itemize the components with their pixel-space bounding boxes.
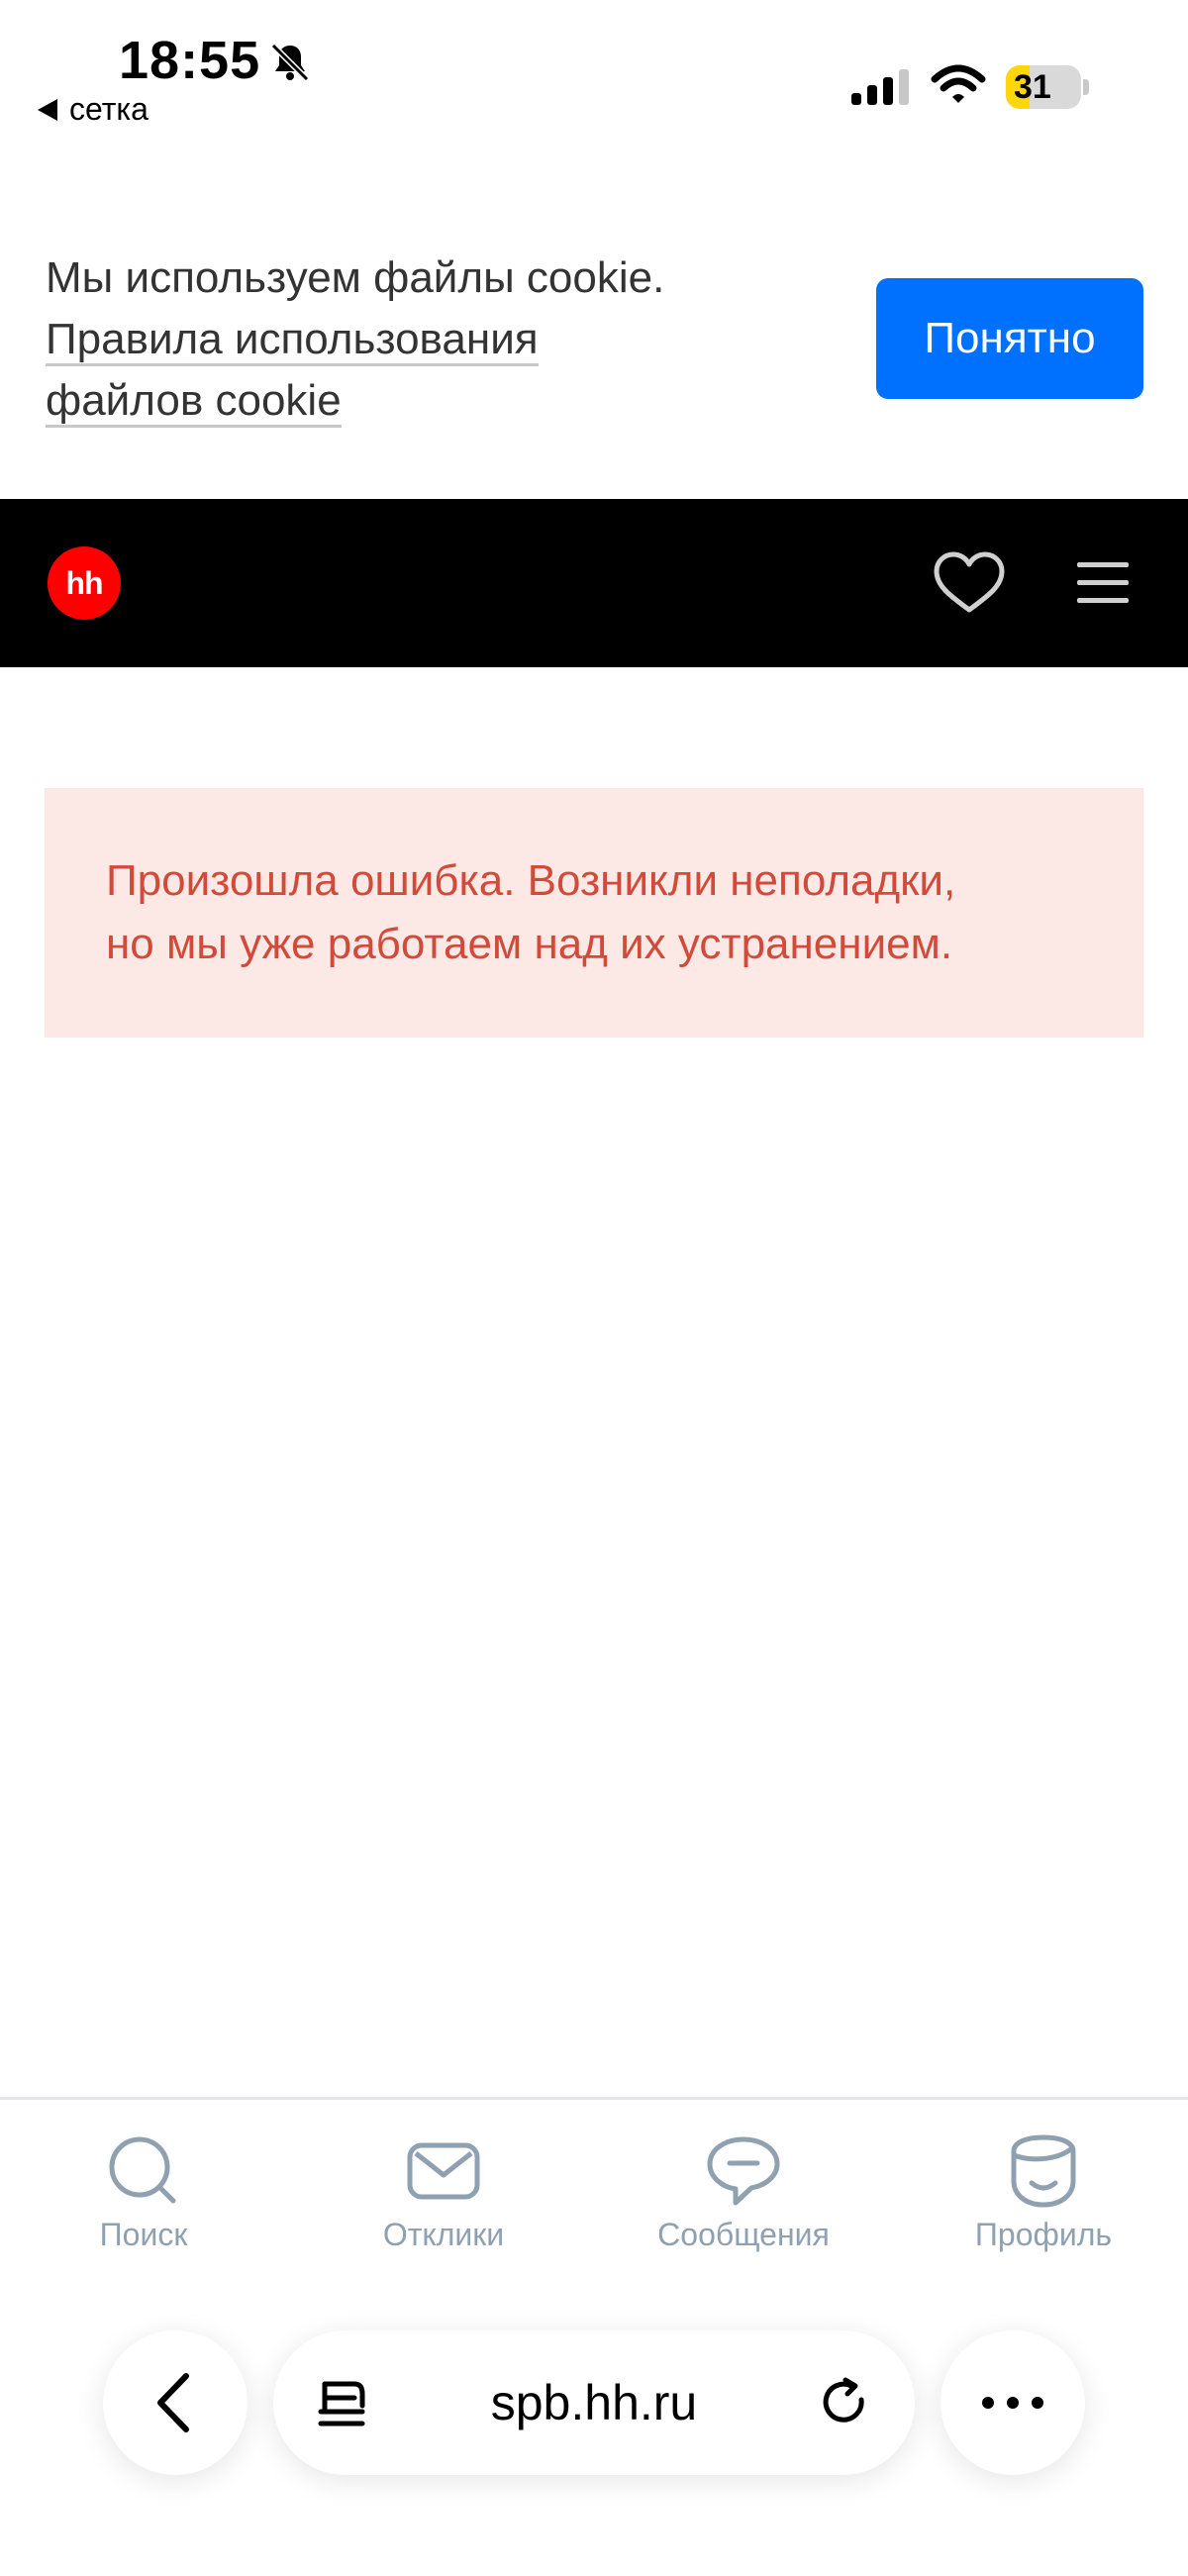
cookie-policy-link-line2[interactable]: файлов cookie xyxy=(46,376,342,428)
bell-muted-icon xyxy=(270,43,310,82)
mail-icon xyxy=(407,2142,480,2200)
address-bar[interactable]: spb.hh.ru xyxy=(273,2330,915,2475)
hh-logo[interactable]: hh xyxy=(48,546,121,620)
browser-back-button[interactable] xyxy=(103,2330,248,2475)
back-app-label: сетка xyxy=(69,91,148,127)
back-to-app-link[interactable]: сетка xyxy=(38,91,148,128)
clock-time: 18:55 xyxy=(119,31,261,90)
cookie-message: Мы используем файлы cookie. xyxy=(46,253,665,302)
status-bar: 18:55 сетка 31 xyxy=(0,0,1188,129)
reload-icon[interactable] xyxy=(818,2376,873,2431)
tab-messages-label: Сообщения xyxy=(657,2217,830,2252)
cookie-policy-link-line1[interactable]: Правила использования xyxy=(46,315,539,366)
chat-bubble-icon xyxy=(707,2136,780,2206)
battery-percent: 31 xyxy=(1014,68,1051,106)
bottom-tab-bar: Поиск Отклики Сообщения Профиль xyxy=(0,2097,1188,2275)
site-header: hh xyxy=(0,499,1188,667)
hamburger-menu-icon[interactable] xyxy=(1075,556,1131,608)
tab-responses[interactable]: Отклики xyxy=(335,2133,552,2253)
browser-more-button[interactable] xyxy=(940,2330,1085,2475)
tab-profile-label: Профиль xyxy=(974,2217,1113,2252)
tab-responses-label: Отклики xyxy=(382,2217,505,2252)
error-line-2: но мы уже работаем над их устранением. xyxy=(106,920,953,968)
cellular-signal-icon xyxy=(851,69,909,105)
wifi-icon xyxy=(931,64,986,103)
profile-face-icon xyxy=(1011,2134,1076,2208)
cookie-banner: Мы используем файлы cookie. Правила испо… xyxy=(0,238,1188,499)
cookie-accept-button[interactable]: Понятно xyxy=(876,278,1143,399)
browser-toolbar: spb.hh.ru xyxy=(0,2275,1188,2576)
back-triangle-icon xyxy=(38,98,57,121)
battery-indicator: 31 xyxy=(1006,65,1091,109)
cookie-banner-text: Мы используем файлы cookie. Правила испо… xyxy=(46,248,778,432)
error-message: Произошла ошибка. Возникли неполадки, но… xyxy=(106,849,1096,976)
tab-profile[interactable]: Профиль xyxy=(935,2133,1152,2253)
error-line-1: Произошла ошибка. Возникли неполадки, xyxy=(106,856,956,905)
heart-icon[interactable] xyxy=(931,550,1008,616)
back-chevron-icon xyxy=(157,2373,189,2432)
error-alert: Произошла ошибка. Возникли неполадки, но… xyxy=(45,788,1143,1038)
tab-search-label: Поиск xyxy=(99,2217,188,2252)
search-icon xyxy=(109,2136,176,2204)
more-dots-icon xyxy=(982,2397,1043,2409)
tab-search[interactable]: Поиск xyxy=(35,2133,252,2253)
tab-messages[interactable]: Сообщения xyxy=(635,2133,852,2253)
